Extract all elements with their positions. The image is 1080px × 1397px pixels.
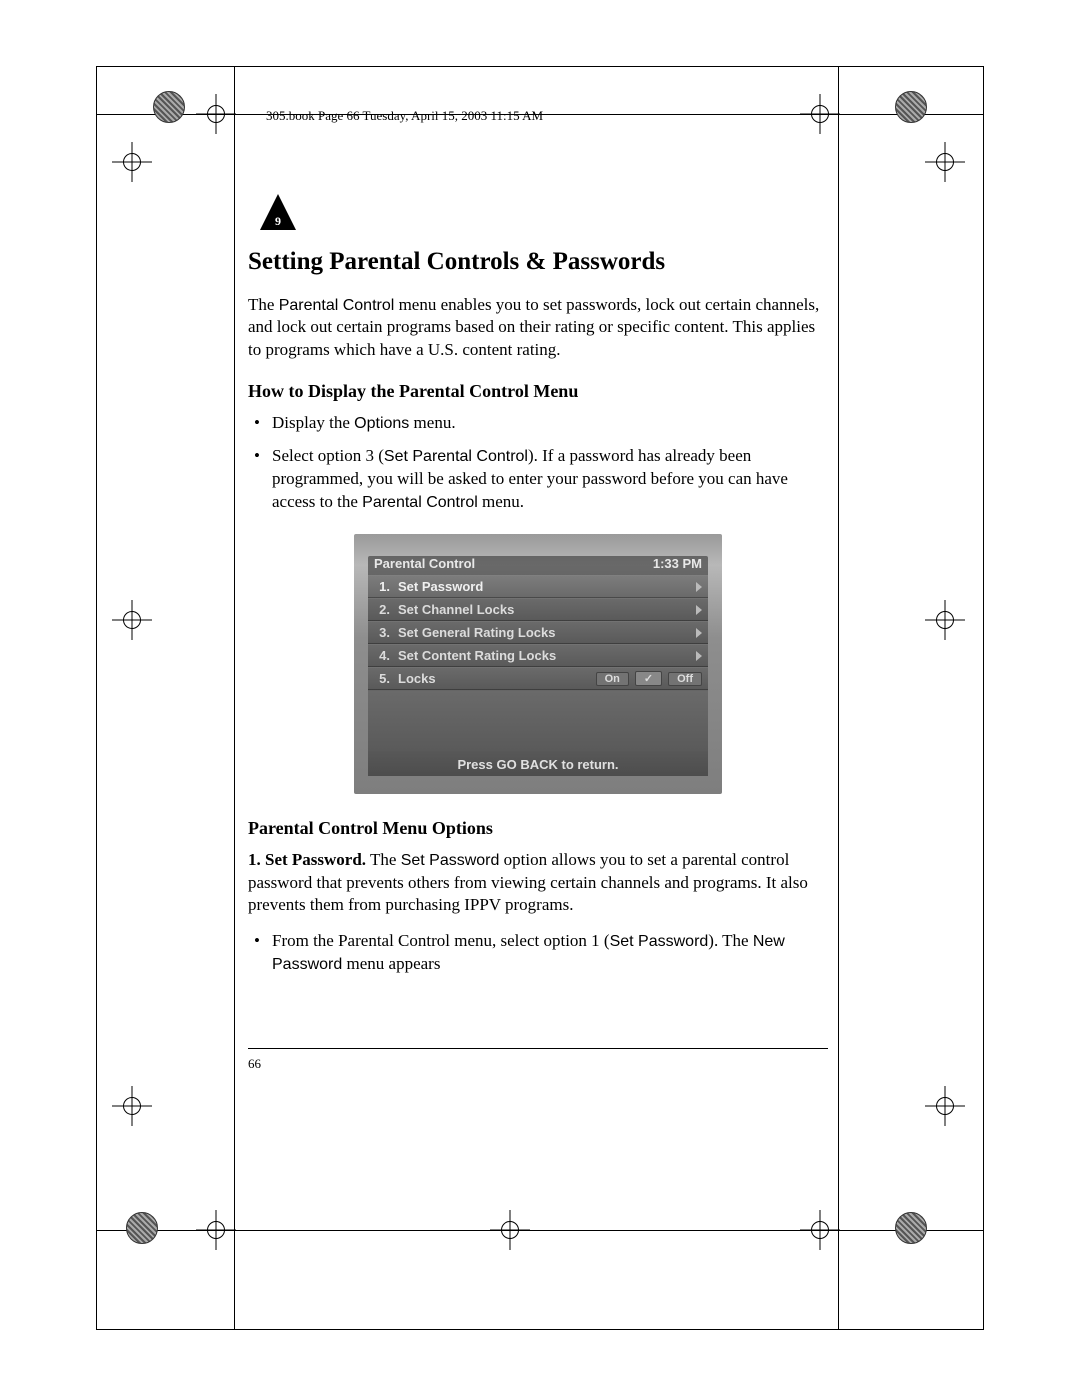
tv-osd-screenshot: Parental Control 1:33 PM 1. Set Password…	[354, 534, 722, 794]
text: menu appears	[342, 954, 440, 973]
osd-row: 5. Locks On ✓ Off	[368, 667, 708, 690]
ui-term: Options	[354, 415, 409, 432]
ui-term: Set Password	[610, 933, 709, 950]
registration-mark	[196, 94, 236, 134]
text: Display the	[272, 413, 354, 432]
osd-row: 2. Set Channel Locks	[368, 598, 708, 621]
osd-onoff-group: On ✓ Off	[596, 671, 702, 686]
osd-row-number: 5.	[374, 671, 390, 686]
print-mark-icon	[895, 91, 927, 123]
print-mark-icon	[153, 91, 185, 123]
page-number: 66	[248, 1056, 261, 1072]
osd-footer: Press GO BACK to return.	[368, 751, 708, 776]
registration-mark	[112, 600, 152, 640]
chevron-right-icon	[696, 605, 702, 615]
osd-row-label: Set Channel Locks	[398, 602, 684, 617]
options-list: From the Parental Control menu, select o…	[248, 930, 828, 976]
section-title: Setting Parental Controls & Passwords	[248, 248, 828, 276]
chevron-right-icon	[696, 628, 702, 638]
registration-mark	[800, 1210, 840, 1250]
subheading-options: Parental Control Menu Options	[248, 818, 828, 839]
osd-blank-area	[368, 690, 708, 751]
list-item: From the Parental Control menu, select o…	[248, 930, 828, 976]
ui-term: Parental Control	[362, 494, 478, 511]
print-mark-icon	[126, 1212, 158, 1244]
osd-off-button: Off	[668, 672, 702, 686]
registration-mark	[490, 1210, 530, 1250]
osd-row-number: 1.	[374, 579, 390, 594]
print-mark-icon	[895, 1212, 927, 1244]
registration-mark	[800, 94, 840, 134]
registration-mark	[196, 1210, 236, 1250]
osd-check-icon: ✓	[635, 671, 662, 686]
osd-row-label: Set Password	[398, 579, 684, 594]
subheading-howto: How to Display the Parental Control Menu	[248, 381, 828, 402]
list-item: Display the Options menu.	[248, 412, 828, 435]
osd-row-number: 2.	[374, 602, 390, 617]
footer-rule	[248, 1048, 828, 1049]
content-area: Setting Parental Controls & Passwords Th…	[248, 248, 828, 986]
osd-row: 3. Set General Rating Locks	[368, 621, 708, 644]
osd-row-label: Set Content Rating Locks	[398, 648, 684, 663]
registration-mark	[925, 600, 965, 640]
text: The	[248, 295, 279, 314]
text: From the Parental Control menu, select o…	[272, 931, 610, 950]
osd-row: 4. Set Content Rating Locks	[368, 644, 708, 667]
chevron-right-icon	[696, 582, 702, 592]
registration-mark	[112, 142, 152, 182]
osd-row-number: 4.	[374, 648, 390, 663]
osd-row-number: 3.	[374, 625, 390, 640]
osd-on-button: On	[596, 672, 629, 686]
header-metadata: 305.book Page 66 Tuesday, April 15, 2003…	[266, 108, 543, 124]
list-item: Select option 3 (Set Parental Control). …	[248, 445, 828, 514]
registration-mark	[925, 1086, 965, 1126]
osd-clock: 1:33 PM	[653, 556, 702, 571]
chapter-tab: 9	[258, 192, 298, 232]
ui-term: Set Password	[401, 852, 500, 869]
bold-lead: 1. Set Password.	[248, 850, 366, 869]
crop-line	[838, 66, 839, 1330]
chevron-right-icon	[696, 651, 702, 661]
crop-line	[234, 66, 235, 1330]
text: Select option 3 (	[272, 446, 384, 465]
options-paragraph: 1. Set Password. The Set Password option…	[248, 849, 828, 916]
text: The	[366, 850, 401, 869]
osd-row: 1. Set Password	[368, 575, 708, 598]
howto-list: Display the Options menu. Select option …	[248, 412, 828, 514]
text: menu.	[409, 413, 455, 432]
text: ). The	[708, 931, 753, 950]
osd-titlebar: Parental Control 1:33 PM	[368, 556, 708, 575]
osd-row-label: Set General Rating Locks	[398, 625, 684, 640]
ui-term: Parental Control	[279, 297, 395, 314]
ui-term: Set Parental Control	[384, 448, 528, 465]
registration-mark	[925, 142, 965, 182]
osd-row-label: Locks	[398, 671, 588, 686]
intro-paragraph: The Parental Control menu enables you to…	[248, 294, 828, 361]
text: menu.	[478, 492, 524, 511]
osd-title-text: Parental Control	[374, 556, 475, 571]
chapter-number: 9	[275, 214, 281, 228]
registration-mark	[112, 1086, 152, 1126]
